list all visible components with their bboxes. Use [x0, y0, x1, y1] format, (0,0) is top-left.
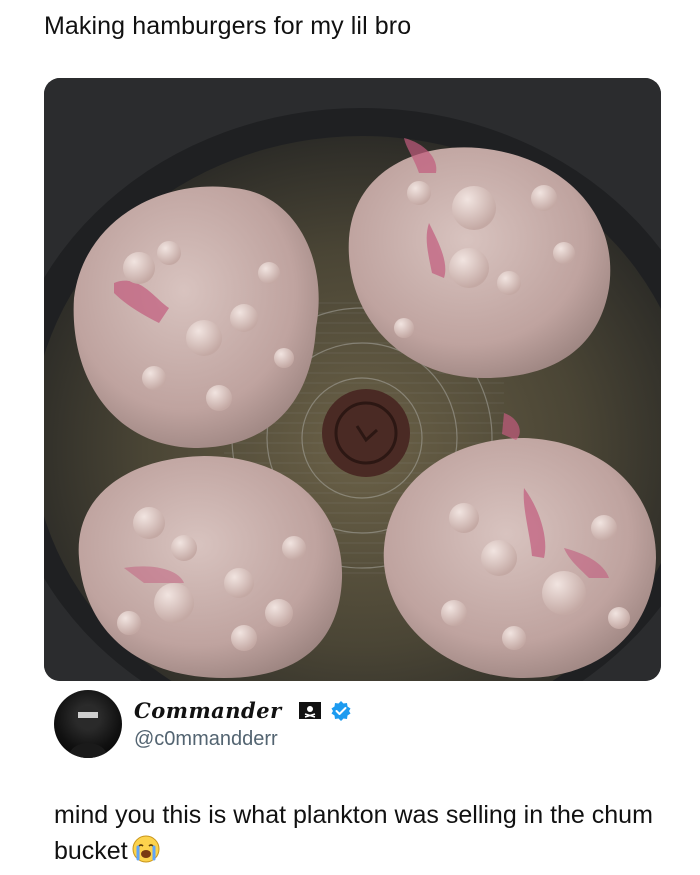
hamburger-pan-image	[44, 78, 661, 681]
author-block[interactable]: Commander @c0mmandderr	[54, 690, 654, 766]
post-text: mind you this is what plankton was selli…	[54, 797, 654, 869]
avatar[interactable]	[54, 690, 122, 758]
author-handle[interactable]: @c0mmandderr	[134, 728, 278, 751]
crying-face-emoji-icon	[132, 835, 160, 863]
author-display-name[interactable]: Commander	[134, 698, 282, 723]
patty-top-left	[73, 186, 319, 448]
pirate-flag-icon	[299, 702, 321, 719]
post-caption: Making hamburgers for my lil bro	[44, 12, 412, 40]
post-photo[interactable]	[44, 78, 661, 681]
verified-badge-icon	[330, 700, 352, 722]
user-avatar-icon	[68, 706, 108, 758]
